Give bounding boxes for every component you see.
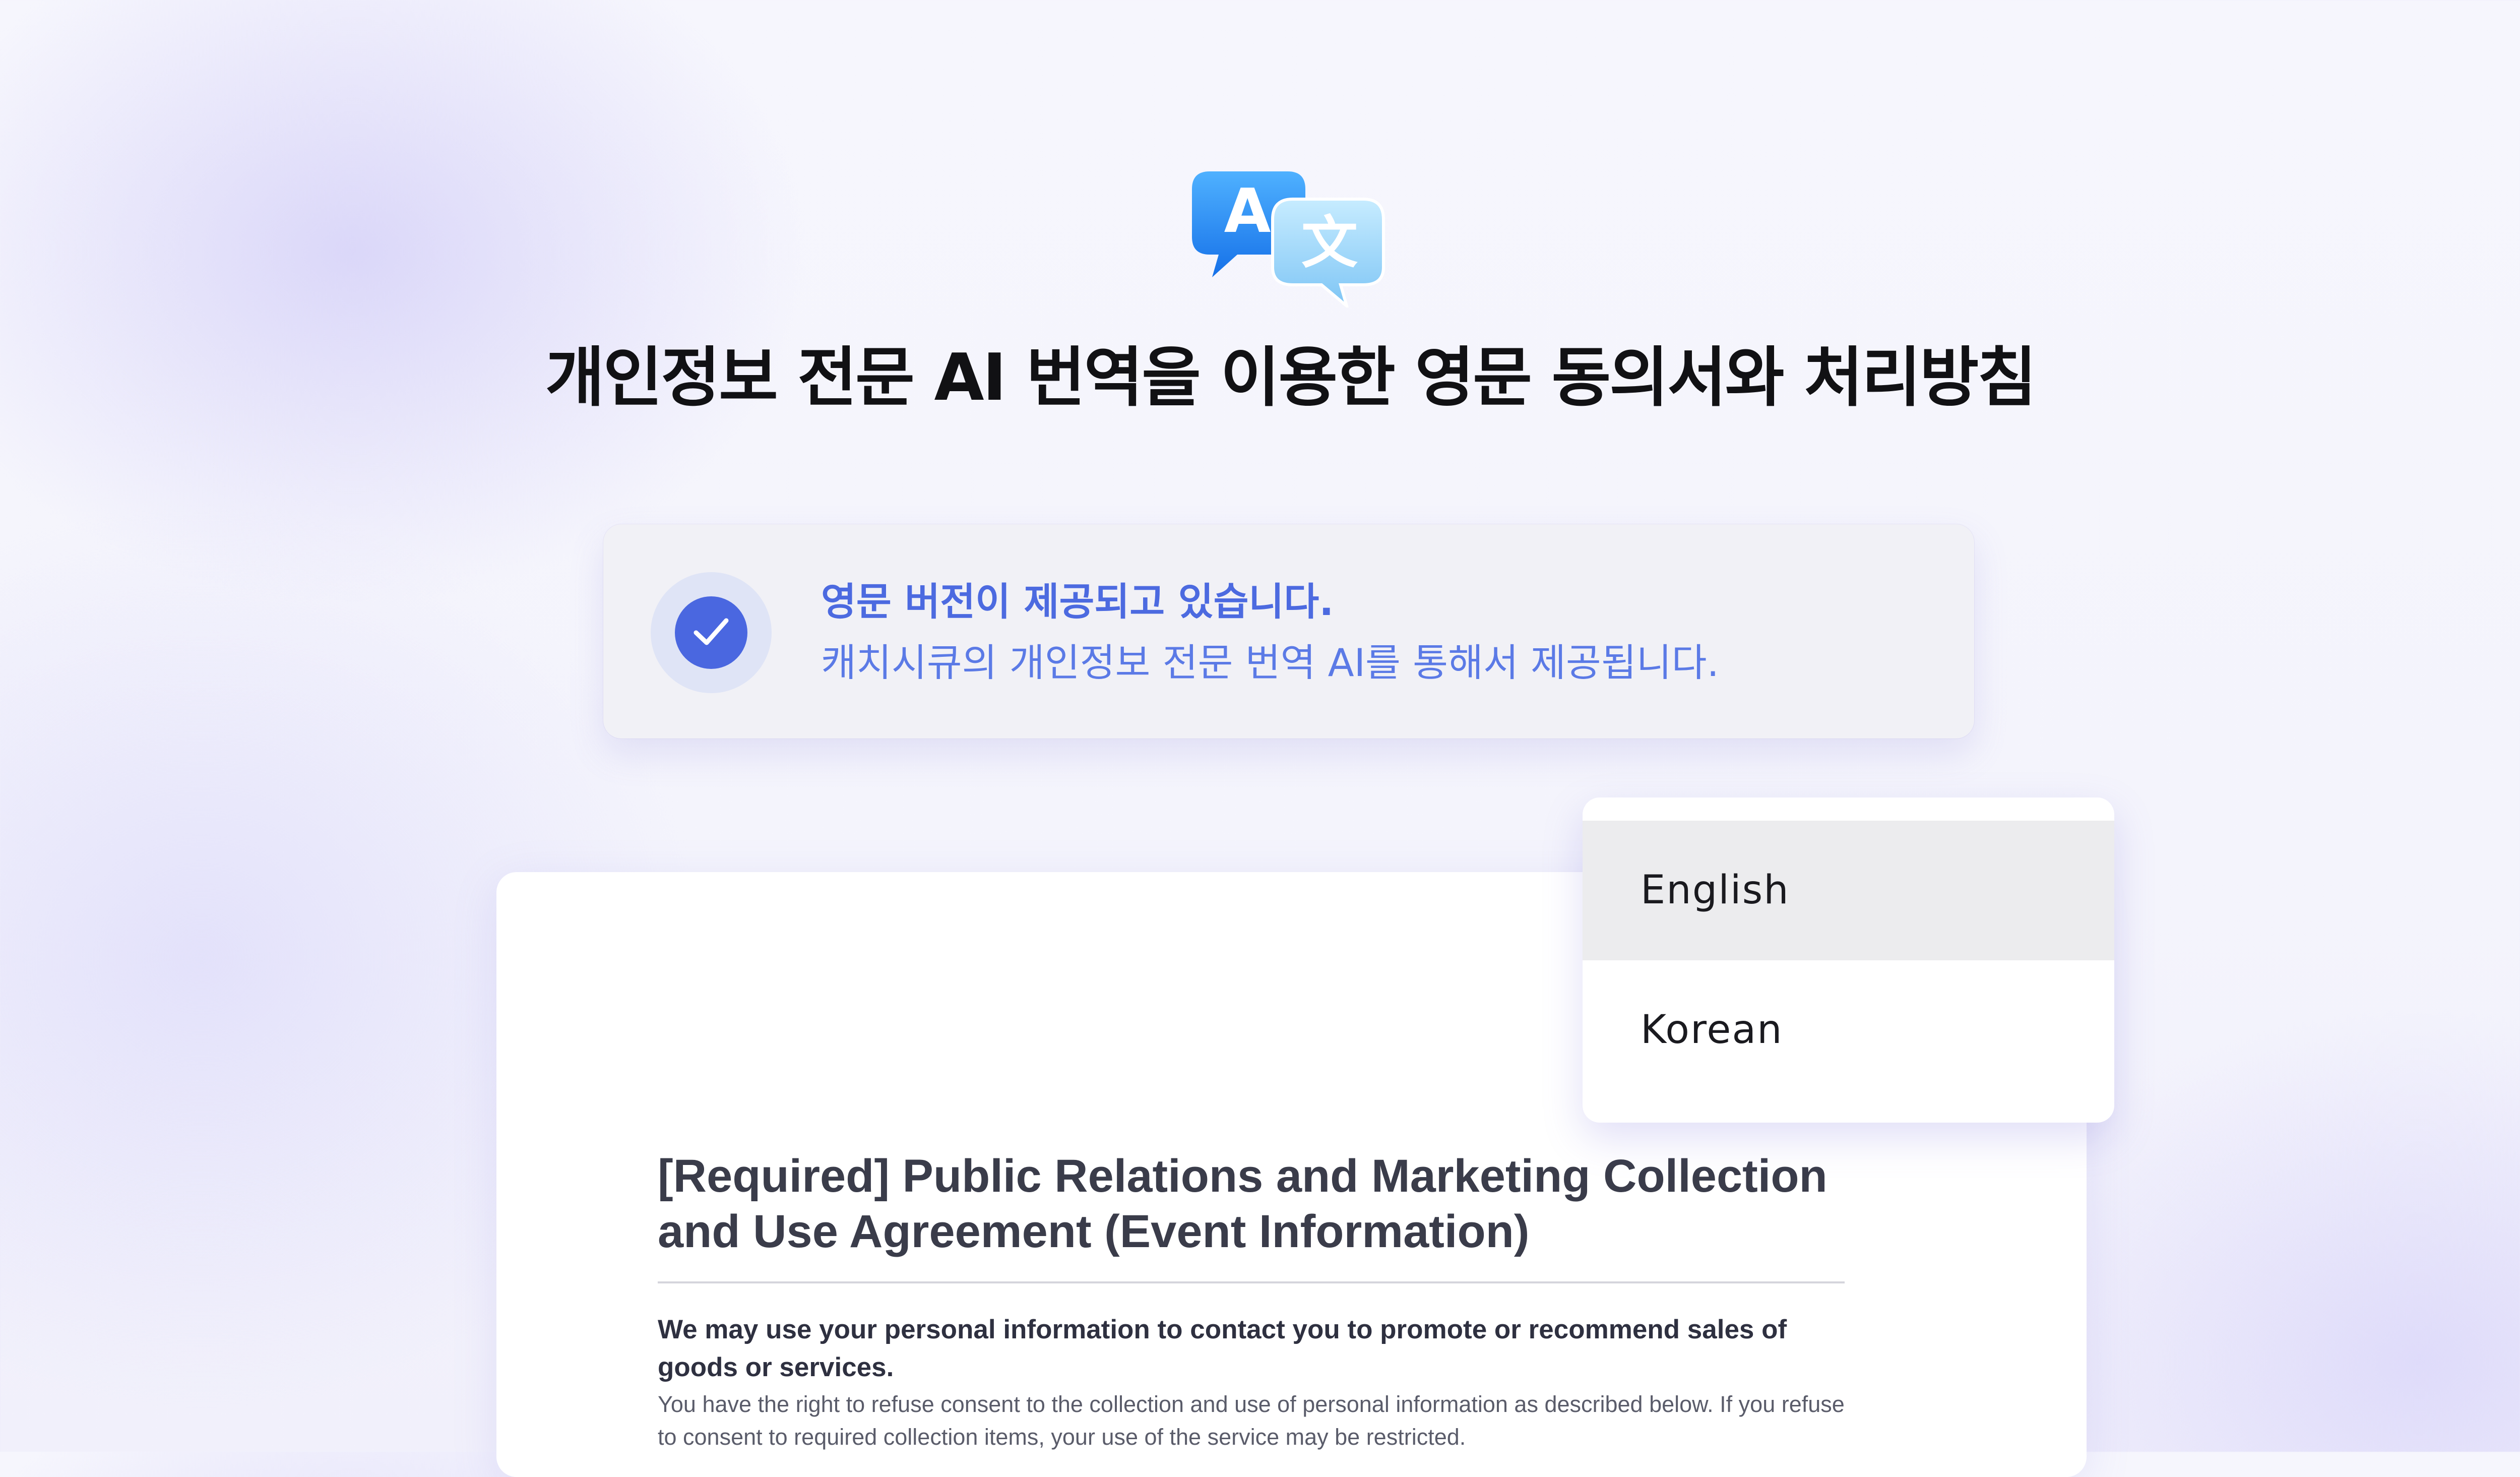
checkmark-icon <box>694 618 729 645</box>
language-option-english[interactable]: English <box>1583 821 2114 960</box>
logo-glyph-a: A <box>1224 176 1271 247</box>
page-headline: 개인정보 전문 AI 번역을 이용한 영문 동의서와 처리방침 <box>545 340 2037 415</box>
notice-subtitle: 캐치시큐의 개인정보 전문 번역 AI를 통해서 제공됩니다. <box>821 640 1719 685</box>
title-divider <box>658 1281 1845 1283</box>
language-option-korean[interactable]: Korean <box>1583 960 2114 1100</box>
check-circle <box>675 596 747 669</box>
document-body-text: You have the right to refuse consent to … <box>658 1391 1845 1450</box>
notice-title: 영문 버전이 제공되고 있습니다. <box>821 579 1334 624</box>
document-lead-text: We may use your personal information to … <box>658 1315 1787 1382</box>
check-badge <box>651 572 772 693</box>
language-dropdown-menu: English Korean <box>1583 797 2114 1123</box>
translate-bubbles-icon: A 文 <box>1192 171 1385 311</box>
logo-glyph-wen: 文 <box>1301 210 1358 276</box>
translation-notice-card: 영문 버전이 제공되고 있습니다. 캐치시큐의 개인정보 전문 번역 AI를 통… <box>603 524 1974 738</box>
document-title: [Required] Public Relations and Marketin… <box>658 1150 1828 1257</box>
translate-logo: A 文 <box>1189 169 1391 311</box>
